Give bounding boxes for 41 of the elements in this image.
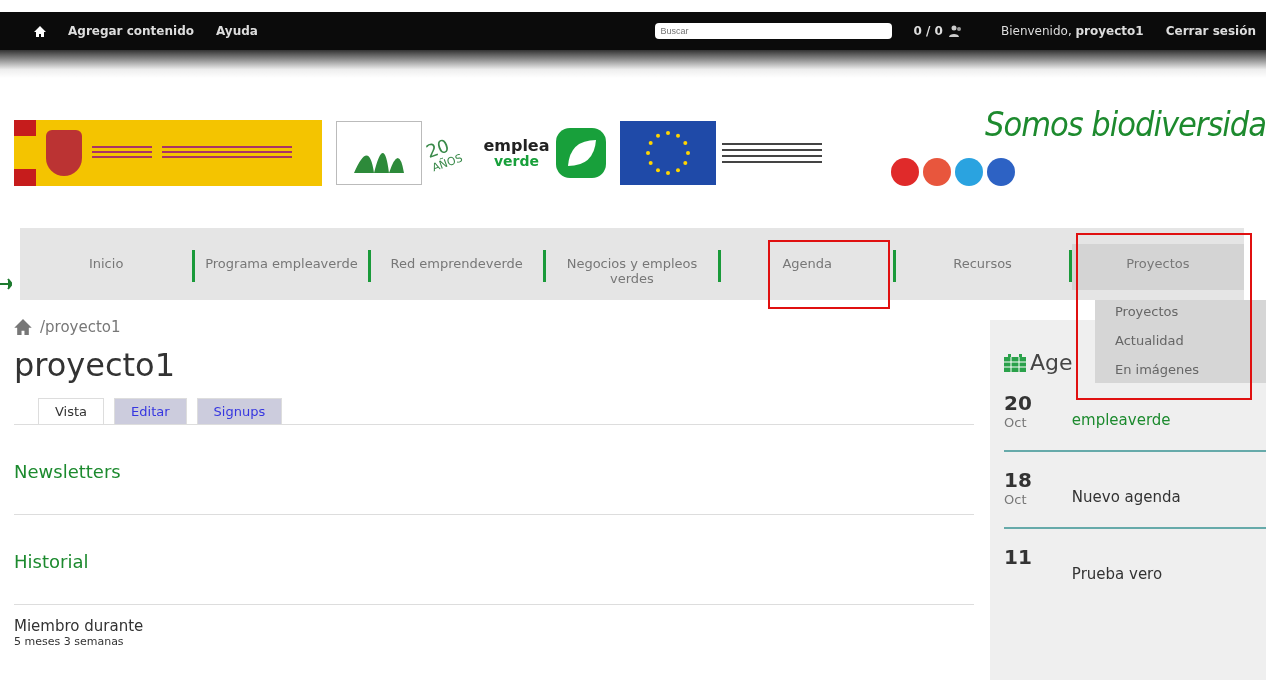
dropdown-item[interactable]: En imágenes — [1115, 362, 1266, 377]
anniversary-logo: 20 AÑOS — [423, 133, 465, 175]
page-title: proyecto1 — [14, 346, 177, 384]
arrow-icon — [0, 278, 12, 290]
welcome-text: Bienvenido, proyecto1 — [1000, 24, 1144, 38]
breadcrumb: /proyecto1 — [40, 318, 121, 336]
nav-item[interactable]: Proyectos — [1071, 244, 1244, 290]
event-day: 11 — [1004, 545, 1032, 569]
nav-item[interactable]: Programa empleaverde — [195, 244, 368, 290]
section-heading: Newsletters — [14, 461, 122, 482]
event-title[interactable]: empleaverde — [1071, 391, 1171, 430]
logout-link[interactable]: Cerrar sesión — [1165, 24, 1256, 38]
nav-item[interactable]: Inicio — [20, 244, 193, 290]
user-counter: 0 / 0 — [913, 24, 943, 38]
calendar-icon — [1004, 353, 1026, 372]
member-label: Miembro durante — [14, 617, 145, 635]
program-logo: emplea verde — [483, 128, 606, 178]
search-field[interactable]: Buscar — [654, 23, 892, 39]
member-duration: 5 meses 3 semanas — [14, 635, 125, 648]
toolbar-link[interactable]: Ayuda — [216, 24, 258, 38]
event-month: Oct — [1004, 492, 1028, 507]
agenda-heading: Age — [1030, 350, 1073, 375]
toolbar-link[interactable]: Agregar contenido — [68, 24, 194, 38]
event-title[interactable]: Prueba vero — [1071, 545, 1163, 583]
event-month: Oct — [1004, 415, 1028, 430]
event-day: 20 — [1004, 391, 1032, 415]
nav-item[interactable]: Negocios y empleos verdes — [545, 244, 719, 290]
tab[interactable]: Vista — [38, 398, 105, 424]
slogan: Somos biodiversida — [985, 104, 1266, 144]
users-icon — [948, 25, 963, 37]
home-icon[interactable] — [34, 25, 46, 37]
nav-item[interactable]: Red emprendeverde — [370, 244, 543, 290]
event-day: 18 — [1004, 468, 1032, 492]
tab[interactable]: Editar — [114, 398, 187, 424]
dropdown-item[interactable]: Actualidad — [1115, 333, 1266, 348]
nav-item[interactable]: Recursos — [896, 244, 1069, 290]
event-title[interactable]: Nuevo agenda — [1071, 468, 1181, 507]
section-heading: Historial — [14, 551, 90, 572]
dropdown-item[interactable]: Proyectos — [1115, 304, 1266, 319]
nav-item[interactable]: Agenda — [721, 244, 894, 290]
tab[interactable]: Signups — [196, 398, 283, 424]
